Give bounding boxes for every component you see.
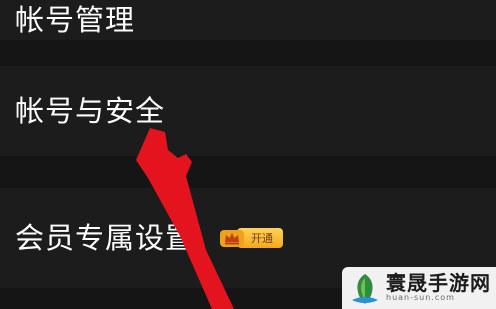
crown-icon bbox=[220, 230, 245, 247]
watermark-logo-icon bbox=[352, 274, 378, 304]
settings-item-label: 帐号管理 bbox=[15, 2, 136, 37]
settings-item-label: 会员专属设置 bbox=[15, 220, 196, 255]
settings-item-account-management[interactable]: 帐号管理 bbox=[0, 0, 496, 40]
member-open-badge[interactable]: 开通 bbox=[219, 227, 284, 249]
settings-item-label: 帐号与安全 bbox=[15, 93, 166, 128]
watermark-site-url: huan-sun.com bbox=[386, 293, 455, 303]
settings-item-account-security[interactable]: 帐号与安全 bbox=[0, 66, 496, 156]
site-watermark: 寰晟手游网 huan-sun.com bbox=[342, 267, 496, 309]
watermark-site-name: 寰晟手游网 bbox=[386, 271, 491, 296]
